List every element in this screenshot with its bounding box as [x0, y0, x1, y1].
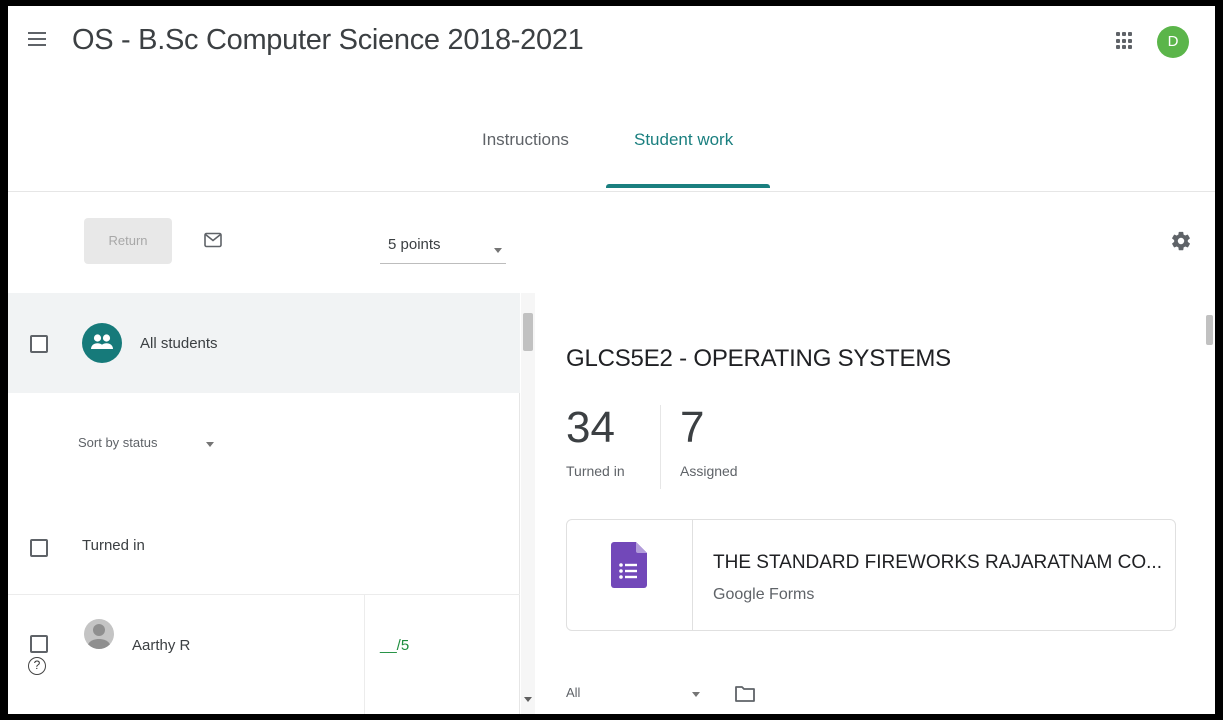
google-forms-icon [611, 542, 647, 593]
turned-in-section-label: Turned in [82, 537, 145, 554]
top-app-bar: OS - B.Sc Computer Science 2018-2021 D [8, 6, 1215, 78]
gear-icon[interactable] [1170, 230, 1192, 257]
chevron-down-icon [494, 248, 502, 253]
assigned-stat[interactable]: 7 Assigned [680, 403, 738, 479]
turned-in-group-checkbox[interactable] [30, 539, 48, 557]
hamburger-menu-icon[interactable] [28, 32, 46, 46]
google-apps-icon[interactable] [1116, 32, 1134, 50]
filter-value: All [566, 685, 581, 700]
student-list-panel: All students Sort by status Turned in Aa… [8, 293, 520, 714]
turned-in-stat[interactable]: 34 Turned in [566, 403, 625, 479]
all-students-checkbox[interactable] [30, 335, 48, 353]
assignment-title: GLCS5E2 - OPERATING SYSTEMS [566, 345, 951, 372]
group-icon [82, 323, 122, 363]
app-frame: OS - B.Sc Computer Science 2018-2021 D I… [8, 6, 1215, 714]
tab-instructions[interactable]: Instructions [482, 130, 569, 150]
student-row[interactable]: Aarthy R __/5 ? [8, 594, 520, 714]
points-value: 5 points [388, 236, 441, 253]
student-avatar [84, 619, 114, 649]
sort-dropdown[interactable]: Sort by status [78, 433, 228, 457]
assignment-detail-panel: GLCS5E2 - OPERATING SYSTEMS 34 Turned in… [536, 293, 1204, 714]
filter-dropdown[interactable]: All [566, 683, 706, 707]
attachment-title: THE STANDARD FIREWORKS RAJARATNAM CO... [713, 552, 1162, 573]
return-button[interactable]: Return [84, 218, 172, 264]
attachment-card[interactable]: THE STANDARD FIREWORKS RAJARATNAM CO... … [566, 519, 1176, 631]
student-grade-input[interactable]: __/5 [380, 637, 409, 654]
help-icon[interactable]: ? [28, 657, 46, 675]
assigned-label: Assigned [680, 463, 738, 479]
turned-in-count: 34 [566, 403, 615, 452]
envelope-icon[interactable] [204, 232, 222, 253]
folder-icon[interactable] [734, 685, 756, 708]
student-name: Aarthy R [132, 637, 191, 654]
attachment-type: Google Forms [713, 586, 815, 603]
chevron-down-icon [692, 692, 700, 697]
class-title: OS - B.Sc Computer Science 2018-2021 [72, 24, 584, 56]
chevron-down-icon [206, 442, 214, 447]
scrollbar-thumb[interactable] [523, 313, 533, 351]
assigned-count: 7 [680, 403, 705, 452]
scroll-down-arrow-icon[interactable] [524, 697, 532, 702]
student-list-scrollbar[interactable] [521, 293, 535, 714]
detail-scrollbar[interactable] [1204, 311, 1215, 714]
points-dropdown[interactable]: 5 points [380, 228, 506, 264]
scrollbar-thumb[interactable] [1206, 315, 1213, 345]
tab-bar: Instructions Student work [8, 116, 1215, 192]
stat-divider [660, 405, 661, 489]
student-checkbox[interactable] [30, 635, 48, 653]
turned-in-label: Turned in [566, 463, 625, 479]
all-students-row[interactable]: All students [8, 293, 520, 393]
all-students-label: All students [140, 335, 218, 352]
account-avatar[interactable]: D [1157, 26, 1189, 58]
tab-student-work[interactable]: Student work [634, 130, 733, 150]
attachment-thumbnail [567, 520, 693, 630]
column-divider [364, 595, 365, 714]
sort-value: Sort by status [78, 435, 158, 450]
active-tab-indicator [606, 184, 770, 188]
